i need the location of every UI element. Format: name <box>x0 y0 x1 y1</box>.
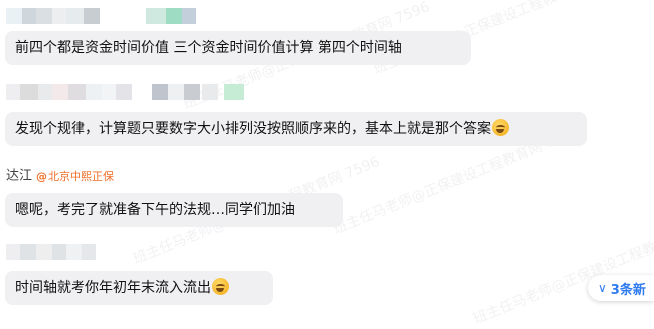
watermark: 班主任马老师@正保建设工程教育网 7596 <box>471 214 654 328</box>
sender-row: 达江 @北京中熙正保 <box>6 167 114 185</box>
sender-name[interactable]: 达江 <box>6 169 32 184</box>
new-messages-button[interactable]: ∨ 3条新 <box>588 275 654 301</box>
message-text: 发现个规律，计算题只要数字大小排列没按照顺序来的，基本上就是那个答案 <box>15 121 491 137</box>
message-text: 嗯呢，考完了就准备下午的法规…同学们加油 <box>15 202 295 218</box>
thinking-emoji <box>212 278 229 295</box>
laughing-tears-emoji <box>492 119 509 136</box>
sender-tag: @北京中熙正保 <box>36 170 114 183</box>
message-bubble: 时间轴就考你年初年末流入流出 <box>5 271 273 305</box>
sender-tag-label: 北京中熙正保 <box>48 169 115 183</box>
message-bubble: 发现个规律，计算题只要数字大小排列没按照顺序来的，基本上就是那个答案 <box>5 112 587 146</box>
message-bubble: 前四个都是资金时间价值 三个资金时间价值计算 第四个时间轴 <box>5 31 471 65</box>
new-messages-label: 3条新 <box>610 282 646 298</box>
message-text: 时间轴就考你年初年末流入流出 <box>15 280 211 296</box>
chevron-down-icon: ∨ <box>598 281 607 295</box>
chat-area: 班主任马老师@正保建设工程教育网 7596 班主任马老师@正保建设工程教育网 7… <box>0 0 654 328</box>
message-text: 前四个都是资金时间价值 三个资金时间价值计算 第四个时间轴 <box>15 40 402 56</box>
at-icon: @ <box>36 169 48 183</box>
message-bubble: 嗯呢，考完了就准备下午的法规…同学们加油 <box>5 193 343 227</box>
